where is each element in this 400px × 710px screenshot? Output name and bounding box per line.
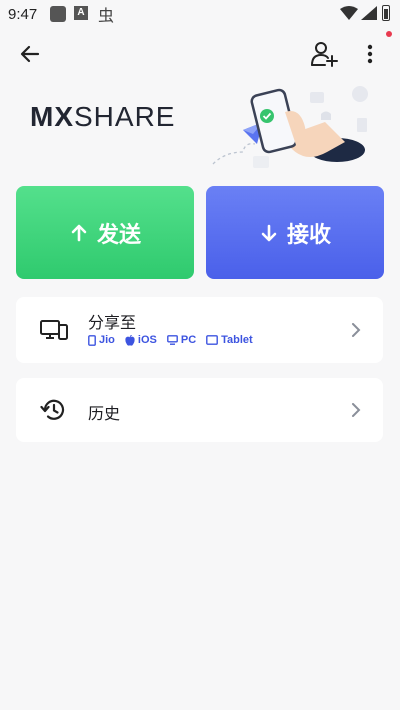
arrow-down-icon [261, 224, 277, 241]
devices-icon [40, 320, 68, 340]
share-to-title: 分享至 [88, 315, 137, 332]
platform-pc: PC [166, 334, 196, 346]
signal-icon [361, 6, 377, 20]
history-card[interactable]: 历史 [16, 378, 383, 442]
status-time: 9:47 [8, 6, 38, 23]
chevron-right-icon [352, 323, 361, 337]
platform-ios: iOS [125, 334, 157, 346]
arrow-up-icon [71, 224, 87, 241]
platform-jio: Jio [88, 334, 115, 346]
more-options-icon[interactable] [358, 38, 382, 70]
battery-icon [382, 5, 390, 21]
history-title: 历史 [88, 406, 121, 423]
platform-tablet: Tablet [206, 334, 253, 346]
mxshare-logo: MXSHARE [30, 101, 176, 132]
back-arrow-icon[interactable] [14, 38, 46, 70]
chevron-right-icon [352, 403, 361, 417]
add-user-icon[interactable] [308, 38, 340, 70]
monitor-icon [166, 335, 178, 345]
receive-label: 接收 [286, 221, 331, 247]
tablet-icon [206, 335, 219, 345]
a-notification-icon: A [74, 6, 88, 20]
wifi-icon [340, 6, 358, 20]
hero-illustration [212, 86, 368, 168]
bug-notification-icon: 虫 [98, 8, 115, 25]
phone-icon [88, 334, 96, 346]
platform-list: Jio iOS PC Tablet [88, 334, 253, 346]
receive-button[interactable]: 接收 [206, 186, 384, 279]
notification-dot [386, 31, 392, 37]
status-bar: 9:47 A 虫 [0, 0, 400, 28]
app-notification-icon [50, 6, 66, 22]
history-icon [40, 399, 65, 420]
apple-icon [125, 334, 135, 346]
send-label: 发送 [96, 221, 141, 247]
send-button[interactable]: 发送 [16, 186, 194, 279]
share-to-card[interactable]: 分享至 Jio iOS PC Tablet [16, 297, 383, 363]
top-bar [0, 30, 400, 78]
